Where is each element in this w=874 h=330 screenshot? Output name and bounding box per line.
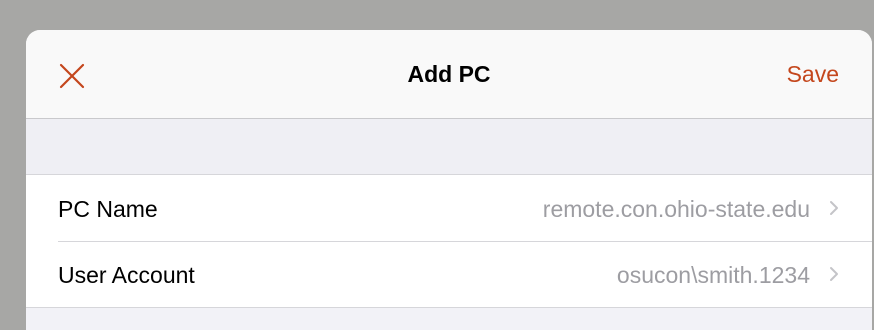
section-spacer xyxy=(26,119,872,175)
navigation-bar: Add PC Save xyxy=(26,30,872,119)
save-button[interactable]: Save xyxy=(787,61,839,88)
pc-name-label: PC Name xyxy=(58,196,158,222)
settings-list: PC Name remote.con.ohio-state.edu User A… xyxy=(26,175,872,308)
chevron-right-icon xyxy=(829,266,839,282)
chevron-right-icon xyxy=(829,200,839,216)
user-account-row[interactable]: User Account osucon\smith.1234 xyxy=(26,241,872,307)
page-title: Add PC xyxy=(407,61,491,87)
pc-name-value: remote.con.ohio-state.edu xyxy=(542,196,810,222)
pc-name-row[interactable]: PC Name remote.con.ohio-state.edu xyxy=(26,175,872,241)
add-pc-sheet: Add PC Save PC Name remote.con.ohio-stat… xyxy=(26,30,872,330)
user-account-value: osucon\smith.1234 xyxy=(616,262,810,288)
user-account-label: User Account xyxy=(58,262,195,288)
